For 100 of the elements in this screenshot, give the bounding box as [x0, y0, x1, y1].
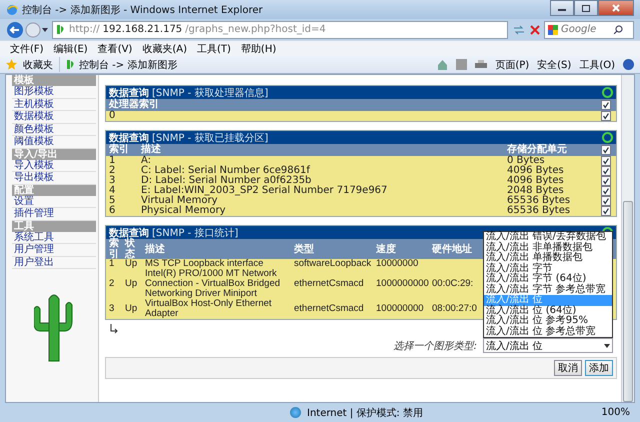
checkbox[interactable] [601, 156, 611, 166]
checkbox[interactable] [601, 196, 611, 206]
sidebar-header: 导入/导出 [12, 148, 96, 160]
table-cell: 1000000000 [376, 279, 429, 289]
table-cell-text: 3 [109, 176, 116, 186]
sidebar-link[interactable]: 颜色模板 [12, 124, 96, 136]
sidebar-link[interactable]: 系统工具 [12, 232, 96, 244]
table-cell: Up [125, 279, 138, 289]
dropdown-option[interactable]: 流入/流出 非单播数据包 [484, 242, 612, 253]
browser-tab[interactable]: 控制台 -> 添加新图形 [59, 57, 222, 72]
table-cell-text: Virtual Memory [141, 196, 218, 206]
table-cell: MS TCP Loopback interface [145, 259, 264, 269]
table-cell: 100000000 [376, 304, 424, 314]
search-engine-icon [548, 24, 558, 34]
menu-item[interactable]: 工具(T) [197, 42, 231, 56]
window-title: 控制台 -> 添加新图形 - Windows Internet Explorer [22, 4, 263, 16]
sidebar-link[interactable]: 主机模板 [12, 98, 96, 111]
table-cell: Up [125, 304, 138, 314]
panel-subtitle: [SNMP - 获取处理器信息] [152, 86, 268, 99]
column-header: 索引 [109, 145, 130, 155]
dropdown-option[interactable]: 流入/流出 单播数据包 [484, 253, 612, 264]
dropdown-option[interactable]: 流入/流出 位 参考95% [484, 316, 612, 326]
toolbar-menu[interactable]: 安全(S) [537, 58, 572, 72]
caret-icon [604, 344, 610, 348]
maximize-button[interactable] [574, 0, 598, 16]
table-cell-text: 1 [109, 156, 116, 166]
menu-item[interactable]: 查看(V) [98, 42, 132, 56]
table-cell: Up [125, 259, 138, 269]
table-cell-text: E: Label:WIN_2003_SP2 Serial Number 7179e967 [141, 186, 388, 196]
dropdown-option[interactable]: 流入/流出 字节 参考总带宽 [484, 284, 612, 295]
column-header: 描述 [141, 145, 162, 155]
table-cell-text: 2048 Bytes [507, 186, 564, 196]
checkbox[interactable] [601, 166, 611, 176]
action-button[interactable]: 取消 [554, 360, 582, 376]
checkbox[interactable] [601, 100, 611, 110]
menu-item[interactable]: 帮助(H) [240, 42, 276, 56]
star-icon[interactable] [6, 59, 17, 70]
panel-subtitle: [SNMP - 接口统计] [152, 226, 238, 240]
sidebar-link[interactable]: 数据模板 [12, 111, 96, 124]
table-cell-text: 5 [109, 196, 116, 206]
checkbox[interactable] [601, 176, 611, 186]
dropdown-option[interactable]: 流入/流出 位 参考总带宽 [484, 326, 612, 337]
sidebar-header: 配置 [12, 184, 96, 196]
table-cell-text: C: Label: Serial Number 6ce9861f [141, 166, 310, 176]
checkbox[interactable] [601, 111, 611, 121]
refresh-icon[interactable] [512, 24, 526, 36]
table-cell-text: 0 Bytes [507, 156, 545, 166]
checkbox[interactable] [601, 186, 611, 196]
column-header: 描述 [145, 244, 165, 254]
sidebar-link[interactable]: 用户管理 [12, 244, 96, 256]
table-cell-text: 0 [109, 111, 116, 121]
sidebar-link[interactable]: 导入模板 [12, 160, 96, 172]
table-cell: ethernetCsmacd [294, 304, 364, 314]
globe-icon [290, 407, 301, 418]
table-cell: 10000000 [376, 259, 418, 269]
table-cell-text: A: [141, 156, 152, 166]
search-field[interactable]: Google [544, 20, 634, 38]
panel-title: 数据查询 [109, 132, 149, 144]
sidebar-link[interactable]: 图形模板 [12, 86, 96, 98]
menu-item[interactable]: 编辑(E) [54, 42, 88, 56]
graph-type-select[interactable]: 流入/流出 位 [483, 338, 613, 353]
dropdown-option[interactable]: 流入/流出 字节 [484, 264, 612, 274]
search-icon[interactable] [614, 25, 623, 34]
table-cell-text: 4096 Bytes [507, 166, 565, 176]
stop-icon[interactable] [530, 24, 540, 34]
toolbar-menu[interactable]: 页面(P) [495, 58, 530, 72]
corner-arrow-icon [109, 324, 119, 334]
maximize-icon [582, 4, 590, 12]
close-icon [612, 4, 620, 12]
column-header: 硬件地址 [432, 244, 472, 254]
address-field[interactable]: http:// 192.168.21.175 /graphs_new.php?host_id=4 [52, 20, 508, 38]
browser-icon [6, 4, 18, 16]
sidebar-link[interactable]: 用户登出 [12, 256, 96, 269]
scrollbar-thumb[interactable] [623, 201, 633, 402]
dropdown-option[interactable]: 流入/流出 字节 (64位) [484, 274, 612, 284]
page-icon [66, 59, 76, 70]
table-cell: 3 [109, 304, 114, 314]
table-cell: 08:00:27:0 [432, 304, 477, 314]
favorites-button[interactable]: 收藏夹 [23, 58, 53, 72]
back-button[interactable] [6, 20, 24, 38]
printer-icon[interactable] [475, 60, 488, 70]
status-zone: Internet | 保护模式: 禁用 [307, 406, 423, 420]
zoom-level[interactable]: 100% [601, 407, 630, 418]
menu-item[interactable]: 收藏夹(A) [142, 42, 187, 56]
select-label: 选择一个图形类型: [394, 340, 477, 352]
dropdown-option[interactable]: 流入/流出 错误/丢弃数据包 [484, 232, 612, 242]
table-cell: 1 [109, 259, 114, 269]
checkbox[interactable] [601, 206, 611, 216]
caret-icon[interactable] [42, 28, 48, 32]
menu-item[interactable]: 文件(F) [10, 42, 44, 56]
checkbox[interactable] [601, 145, 611, 155]
dropdown-option[interactable]: 流入/流出 位 (64位) [484, 306, 612, 316]
action-button[interactable]: 添加 [585, 360, 613, 376]
minimize-button[interactable] [550, 0, 574, 16]
table-cell-text: 6 [109, 206, 116, 216]
sidebar-link[interactable]: 设置 [12, 196, 96, 208]
table-cell-text: 2 [109, 166, 116, 176]
close-button[interactable] [598, 0, 634, 16]
toolbar-menu[interactable]: 工具(O) [579, 58, 615, 72]
column-header: 状态 [125, 239, 135, 260]
